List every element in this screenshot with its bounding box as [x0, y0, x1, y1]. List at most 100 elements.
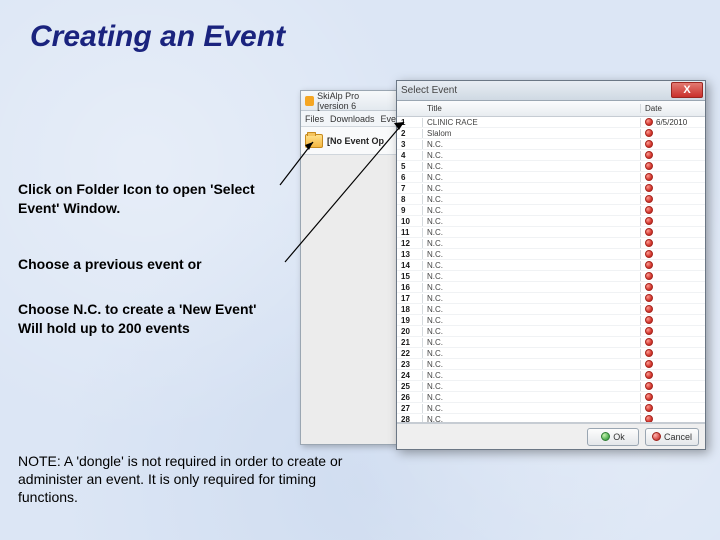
table-row[interactable]: 16N.C. [397, 282, 705, 293]
table-row[interactable]: 9N.C. [397, 205, 705, 216]
table-row[interactable]: 3N.C. [397, 139, 705, 150]
row-title: N.C. [423, 294, 641, 303]
footnote: NOTE: A 'dongle' is not required in orde… [18, 452, 358, 507]
table-row[interactable]: 26N.C. [397, 392, 705, 403]
row-title: N.C. [423, 371, 641, 380]
ok-check-icon [601, 432, 610, 441]
row-number: 22 [397, 349, 423, 358]
row-number: 27 [397, 404, 423, 413]
row-title: N.C. [423, 184, 641, 193]
ok-button[interactable]: Ok [587, 428, 639, 446]
status-dot-icon [645, 217, 653, 225]
table-row[interactable]: 18N.C. [397, 304, 705, 315]
row-date [641, 371, 705, 379]
row-title: N.C. [423, 250, 641, 259]
no-event-open-label: [No Event Op [327, 136, 384, 146]
table-row[interactable]: 12N.C. [397, 238, 705, 249]
table-row[interactable]: 15N.C. [397, 271, 705, 282]
table-row[interactable]: 4N.C. [397, 150, 705, 161]
table-row[interactable]: 28N.C. [397, 414, 705, 423]
table-row[interactable]: 5N.C. [397, 161, 705, 172]
row-date [641, 228, 705, 236]
col-title-header: Title [423, 104, 641, 113]
row-number: 28 [397, 415, 423, 424]
table-row[interactable]: 21N.C. [397, 337, 705, 348]
row-number: 2 [397, 129, 423, 138]
row-number: 25 [397, 382, 423, 391]
table-row[interactable]: 6N.C. [397, 172, 705, 183]
dialog-footer: Ok Cancel [397, 423, 705, 449]
table-row[interactable]: 2Slalom [397, 128, 705, 139]
row-date [641, 294, 705, 302]
status-dot-icon [645, 349, 653, 357]
dialog-title-text: Select Event [401, 85, 457, 96]
status-dot-icon [645, 327, 653, 335]
instruction-choose-previous: Choose a previous event or [18, 255, 298, 274]
table-row[interactable]: 11N.C. [397, 227, 705, 238]
events-list: 1CLINIC RACE6/5/20102Slalom3N.C.4N.C.5N.… [397, 117, 705, 423]
folder-icon[interactable] [305, 134, 323, 148]
dialog-titlebar: Select Event X [397, 81, 705, 101]
table-row[interactable]: 27N.C. [397, 403, 705, 414]
row-title: N.C. [423, 162, 641, 171]
row-date [641, 195, 705, 203]
status-dot-icon [645, 393, 653, 401]
status-dot-icon [645, 129, 653, 137]
table-row[interactable]: 7N.C. [397, 183, 705, 194]
row-number: 19 [397, 316, 423, 325]
status-dot-icon [645, 261, 653, 269]
status-dot-icon [645, 173, 653, 181]
row-title: N.C. [423, 327, 641, 336]
status-dot-icon [645, 283, 653, 291]
table-row[interactable]: 8N.C. [397, 194, 705, 205]
row-title: N.C. [423, 382, 641, 391]
row-number: 20 [397, 327, 423, 336]
select-event-dialog: Select Event X Title Date 1CLINIC RACE6/… [396, 80, 706, 450]
row-number: 1 [397, 118, 423, 127]
row-title: N.C. [423, 316, 641, 325]
row-date [641, 382, 705, 390]
table-row[interactable]: 1CLINIC RACE6/5/2010 [397, 117, 705, 128]
row-number: 5 [397, 162, 423, 171]
row-title: N.C. [423, 217, 641, 226]
row-title: N.C. [423, 415, 641, 424]
row-number: 4 [397, 151, 423, 160]
app-logo-icon [305, 96, 314, 106]
row-number: 15 [397, 272, 423, 281]
status-dot-icon [645, 404, 653, 412]
menu-events[interactable]: Eve [381, 114, 397, 124]
row-title: N.C. [423, 195, 641, 204]
table-row[interactable]: 22N.C. [397, 348, 705, 359]
cancel-button[interactable]: Cancel [645, 428, 699, 446]
table-row[interactable]: 24N.C. [397, 370, 705, 381]
row-number: 23 [397, 360, 423, 369]
row-date [641, 338, 705, 346]
row-date [641, 129, 705, 137]
table-row[interactable]: 10N.C. [397, 216, 705, 227]
row-number: 13 [397, 250, 423, 259]
table-row[interactable]: 20N.C. [397, 326, 705, 337]
row-date [641, 415, 705, 423]
table-row[interactable]: 25N.C. [397, 381, 705, 392]
row-date [641, 360, 705, 368]
row-date [641, 316, 705, 324]
row-date [641, 239, 705, 247]
row-title: N.C. [423, 151, 641, 160]
row-title: N.C. [423, 338, 641, 347]
menu-files[interactable]: Files [305, 114, 324, 124]
close-button[interactable]: X [671, 82, 703, 98]
instruction-choose-nc: Choose N.C. to create a 'New Event' Will… [18, 300, 278, 338]
table-row[interactable]: 13N.C. [397, 249, 705, 260]
row-number: 24 [397, 371, 423, 380]
menu-downloads[interactable]: Downloads [330, 114, 375, 124]
table-row[interactable]: 19N.C. [397, 315, 705, 326]
row-date [641, 250, 705, 258]
row-number: 9 [397, 206, 423, 215]
row-title: N.C. [423, 393, 641, 402]
table-row[interactable]: 14N.C. [397, 260, 705, 271]
table-row[interactable]: 17N.C. [397, 293, 705, 304]
row-date [641, 305, 705, 313]
row-title: N.C. [423, 228, 641, 237]
table-row[interactable]: 23N.C. [397, 359, 705, 370]
status-dot-icon [645, 305, 653, 313]
